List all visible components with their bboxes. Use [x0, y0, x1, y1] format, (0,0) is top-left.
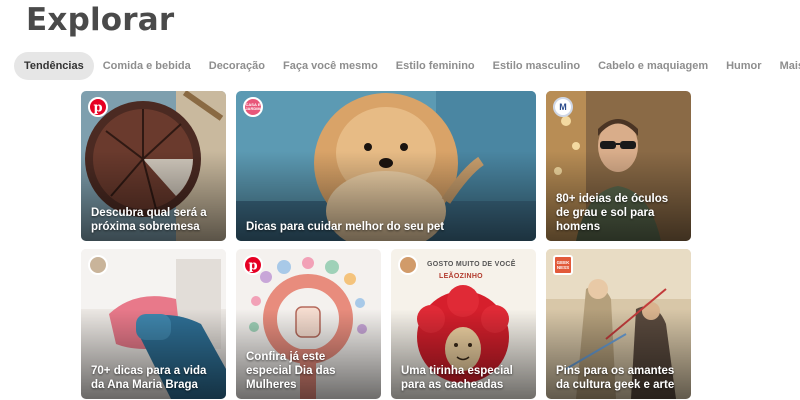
card-dia-das-mulheres[interactable]: p Confira já este especial Dia das Mulhe…: [236, 249, 381, 399]
avatar: [398, 255, 418, 275]
tab-estilo-feminino[interactable]: Estilo feminino: [387, 52, 484, 80]
pinterest-p-glyph: p: [93, 101, 102, 115]
tab-mais-label: Mais: [779, 60, 800, 72]
m-logo: M: [553, 97, 573, 117]
tab-comida-e-bebida[interactable]: Comida e bebida: [94, 52, 200, 80]
card-tirinha[interactable]: GOSTO MUITO DE VOCÊ LEÃOZINHO Uma tirinh…: [391, 249, 536, 399]
tab-decoracao[interactable]: Decoração: [200, 52, 274, 80]
badge-text: CASA E JARDIM: [245, 102, 261, 111]
tab-tendencias[interactable]: Tendências: [14, 52, 94, 80]
card-caption: Dicas para cuidar melhor do seu pet: [246, 221, 445, 233]
card-caption: Descubra qual será a próxima sobremesa: [91, 207, 207, 233]
card-geek[interactable]: GEEK NESS Pins para os amantes da cultur…: [546, 249, 691, 399]
card-caption: 80+ ideias de óculos de grau e sol para …: [556, 193, 669, 233]
avatar: [88, 255, 108, 275]
geek-ness-logo: GEEK NESS: [553, 255, 573, 275]
tab-humor[interactable]: Humor: [717, 52, 770, 80]
card-ana-maria[interactable]: 70+ dicas para a vida da Ana Maria Braga: [81, 249, 226, 399]
card-pet[interactable]: CASA E JARDIM Dicas para cuidar melhor d…: [236, 91, 536, 241]
badge-text: GEEK NESS: [556, 260, 570, 270]
comic-line-2: LEÃOZINHO: [439, 273, 483, 280]
card-caption: Pins para os amantes da cultura geek e a…: [556, 365, 675, 391]
pinterest-logo-icon: p: [88, 97, 108, 117]
tab-cabelo-e-maquiagem[interactable]: Cabelo e maquiagem: [589, 52, 717, 80]
pinterest-logo-icon: p: [243, 255, 263, 275]
casa-e-jardim-logo: CASA E JARDIM: [243, 97, 263, 117]
card-caption: 70+ dicas para a vida da Ana Maria Braga: [91, 365, 207, 391]
page-title: Explorar: [26, 2, 175, 38]
svg-text:p: p: [93, 101, 102, 115]
tab-estilo-masculino[interactable]: Estilo masculino: [484, 52, 589, 80]
card-caption: Confira já este especial Dia das Mulhere…: [246, 351, 336, 391]
tab-faca-voce-mesmo[interactable]: Faça você mesmo: [274, 52, 387, 80]
card-oculos[interactable]: M 80+ ideias de óculos de grau e sol par…: [546, 91, 691, 241]
comic-line-1: GOSTO MUITO DE VOCÊ: [427, 261, 516, 268]
svg-text:p: p: [248, 259, 257, 273]
category-tabs: Tendências Comida e bebida Decoração Faç…: [14, 52, 800, 80]
card-caption: Uma tirinha especial para as cacheadas: [401, 365, 513, 391]
badge-text: M: [559, 102, 567, 112]
tab-mais[interactable]: Mais⌄: [771, 52, 800, 80]
card-sobremesa[interactable]: p Descubra qual será a próxima sobremesa: [81, 91, 226, 241]
pinterest-p-glyph: p: [248, 259, 257, 273]
